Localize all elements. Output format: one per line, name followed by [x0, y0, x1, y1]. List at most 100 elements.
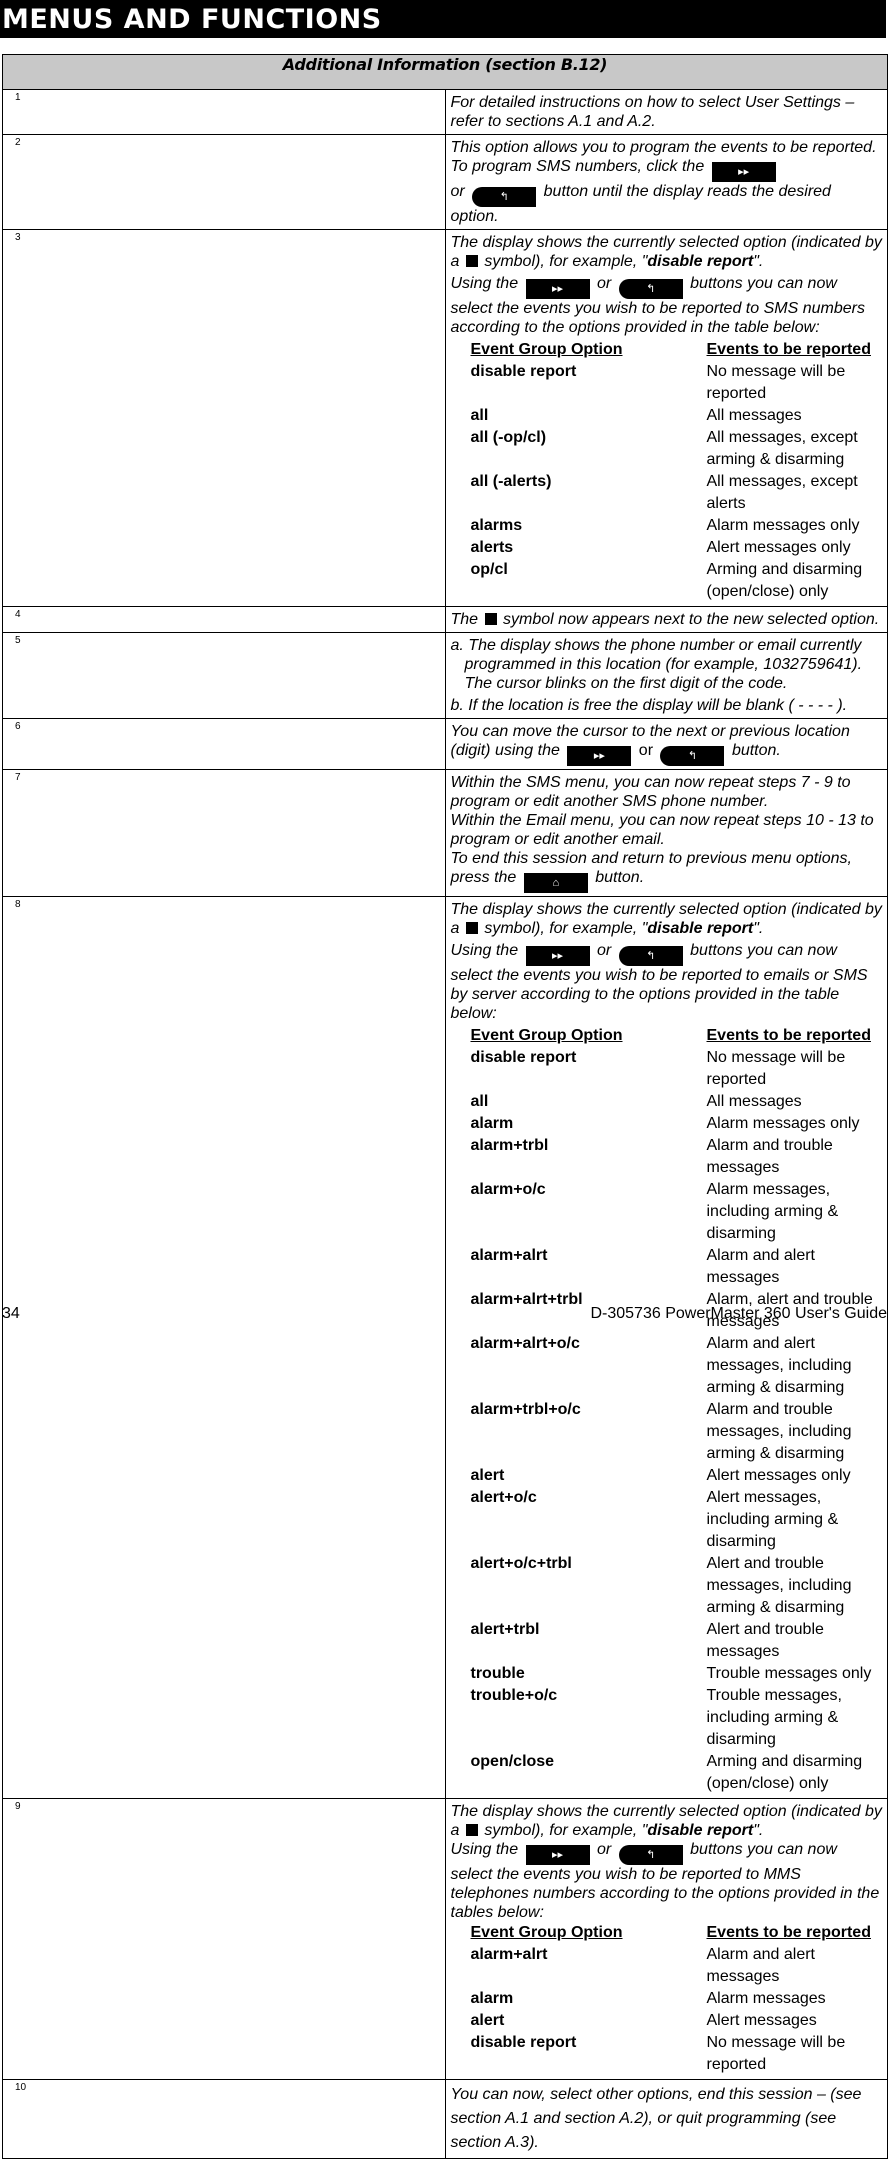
selected-square-icon — [465, 255, 478, 267]
document-title: D-305736 PowerMaster 360 User's Guide — [590, 1305, 887, 1322]
row-number: 6 — [2, 718, 446, 770]
text: ". — [753, 1822, 764, 1839]
event-group-option: alarm+trbl — [470, 1137, 549, 1154]
options-header-row: Event Group Option Events to be reported — [471, 339, 884, 361]
option-row: alert Alert messages only — [471, 1465, 884, 1487]
back-button-icon: ↰ — [660, 746, 725, 766]
row-number: 8 — [2, 896, 446, 1799]
event-group-option: alert+o/c+trbl — [470, 1555, 572, 1572]
events-reported: Trouble messages, including arming & dis… — [706, 1687, 842, 1748]
event-group-option: open/close — [470, 1753, 555, 1770]
table-row: 8 The display shows the currently select… — [2, 896, 888, 1799]
next-button-icon: ▸▸ — [711, 162, 776, 182]
next-button-icon: ▸▸ — [525, 1845, 590, 1865]
table-row: 5 a. The display shows the phone number … — [2, 632, 888, 719]
events-reported: Alert messages only — [706, 1467, 851, 1484]
option-row: open/close Arming and disarming (open/clo… — [471, 1751, 884, 1795]
option-row: alert+o/c+trbl Alert and trouble messages… — [471, 1553, 884, 1619]
next-button-icon: ▸▸ — [567, 746, 632, 766]
event-group-option: alarm+alrt+o/c — [470, 1335, 580, 1352]
events-reported: Alert messages only — [706, 539, 851, 556]
next-button-icon: ▸▸ — [525, 946, 590, 966]
events-reported: Alarm messages, including arming & disar… — [706, 1181, 839, 1242]
event-group-option: disable report — [470, 1049, 577, 1066]
column-header-events: Events to be reported — [706, 1027, 871, 1044]
event-group-option: alarm — [470, 1115, 514, 1132]
events-reported: All messages — [706, 407, 802, 424]
table-row: 6 You can move the cursor to the next or… — [2, 718, 888, 770]
text: or — [638, 742, 654, 759]
text: symbol), for example, " — [484, 253, 648, 270]
events-reported: Alert and trouble messages — [706, 1621, 824, 1660]
text: The — [450, 611, 479, 628]
option-row: alert Alert messages — [471, 2010, 884, 2032]
event-group-option: alarm+o/c — [470, 1181, 546, 1198]
option-row: alarm+alrt+o/c Alarm and alert messages, … — [471, 1333, 884, 1399]
column-header-option: Event Group Option — [470, 1027, 623, 1044]
row-text: The display shows the currently selected… — [444, 229, 888, 607]
events-reported: Alarm messages — [706, 1990, 826, 2007]
events-reported: Alarm and alert messages, including armi… — [706, 1335, 852, 1396]
option-row: alarm+alrt Alarm and alert messages — [471, 1245, 884, 1289]
event-group-option: alert+trbl — [470, 1621, 540, 1638]
events-reported: Alert and trouble messages, including ar… — [706, 1555, 852, 1616]
table-row: 7 Within the SMS menu, you can now repea… — [2, 769, 888, 897]
column-header-option: Event Group Option — [470, 341, 623, 358]
events-reported: Alert messages, including arming & disar… — [706, 1489, 839, 1550]
row-text: Within the SMS menu, you can now repeat … — [444, 769, 888, 897]
events-reported: Arming and disarming (open/close) only — [706, 1753, 863, 1792]
row-number: 5 — [2, 632, 446, 719]
text: a. The display shows the phone number or… — [450, 637, 863, 692]
table-row: 2 This option allows you to program the … — [2, 134, 888, 230]
text: symbol), for example, " — [484, 920, 648, 937]
option-row: all All messages — [471, 1091, 884, 1113]
option-row: trouble Trouble messages only — [471, 1663, 884, 1685]
next-button-icon: ▸▸ — [525, 279, 590, 299]
row-text: The display shows the currently selected… — [444, 896, 888, 1799]
back-button-icon: ↰ — [618, 1845, 683, 1865]
option-row: all (-op/cl) All messages, except arming … — [471, 427, 884, 471]
events-reported: All messages, except arming & disarming — [706, 429, 858, 468]
column-header-events: Events to be reported — [706, 341, 871, 358]
event-group-option: alerts — [470, 539, 514, 556]
additional-info-table: Additional Information (section B.12) 1 … — [2, 54, 888, 2159]
option-row: alert+o/c Alert messages, including armin… — [471, 1487, 884, 1553]
text: ". — [753, 920, 764, 937]
option-row: alarm Alarm messages — [471, 1988, 884, 2010]
text: or — [597, 1841, 612, 1858]
option-row: alarm+alrt Alarm and alert messages — [471, 1944, 884, 1988]
row-text: For detailed instructions on how to sele… — [444, 89, 888, 135]
table-header-row: Additional Information (section B.12) — [2, 54, 888, 90]
row-text: a. The display shows the phone number or… — [444, 632, 888, 719]
selected-square-icon — [465, 1824, 478, 1836]
events-reported: Arming and disarming (open/close) only — [706, 561, 863, 600]
event-group-option: all (-alerts) — [470, 473, 552, 490]
event-group-option: alarm+alrt — [470, 1247, 548, 1264]
event-group-option: disable report — [470, 363, 577, 380]
option-row: op/cl Arming and disarming (open/close) o… — [471, 559, 884, 603]
text: Using the — [450, 1841, 519, 1858]
row-text: This option allows you to program the ev… — [444, 134, 888, 230]
options-header-row: Event Group Option Events to be reported — [471, 1922, 884, 1944]
event-group-option: op/cl — [470, 561, 508, 578]
home-button-icon: ⌂ — [523, 873, 588, 893]
page-number: 34 — [2, 1305, 20, 1322]
row-number: 10 — [2, 2079, 446, 2159]
page-title: MENUS AND FUNCTIONS — [2, 4, 382, 35]
option-row: alarm+trbl+o/c Alarm and trouble messages… — [471, 1399, 884, 1465]
row-number: 7 — [2, 769, 446, 897]
text: Within the SMS menu, you can now repeat … — [450, 774, 851, 810]
events-reported: Alarm and trouble messages — [706, 1137, 833, 1176]
row-number: 4 — [2, 606, 446, 633]
text: button. — [731, 742, 781, 759]
text: or — [597, 275, 612, 292]
events-reported: No message will be reported — [706, 363, 846, 402]
text: To end this session and return to previo… — [450, 850, 852, 886]
options-table: Event Group Option Events to be reported a… — [471, 1922, 884, 2076]
option-row: alarm+trbl Alarm and trouble messages — [471, 1135, 884, 1179]
column-header-option: Event Group Option — [470, 1924, 623, 1941]
row-text: The display shows the currently selected… — [444, 1798, 888, 2080]
back-button-icon: ↰ — [618, 946, 683, 966]
option-row: alarm+o/c Alarm messages, including armin… — [471, 1179, 884, 1245]
example-option: disable report — [647, 920, 754, 937]
